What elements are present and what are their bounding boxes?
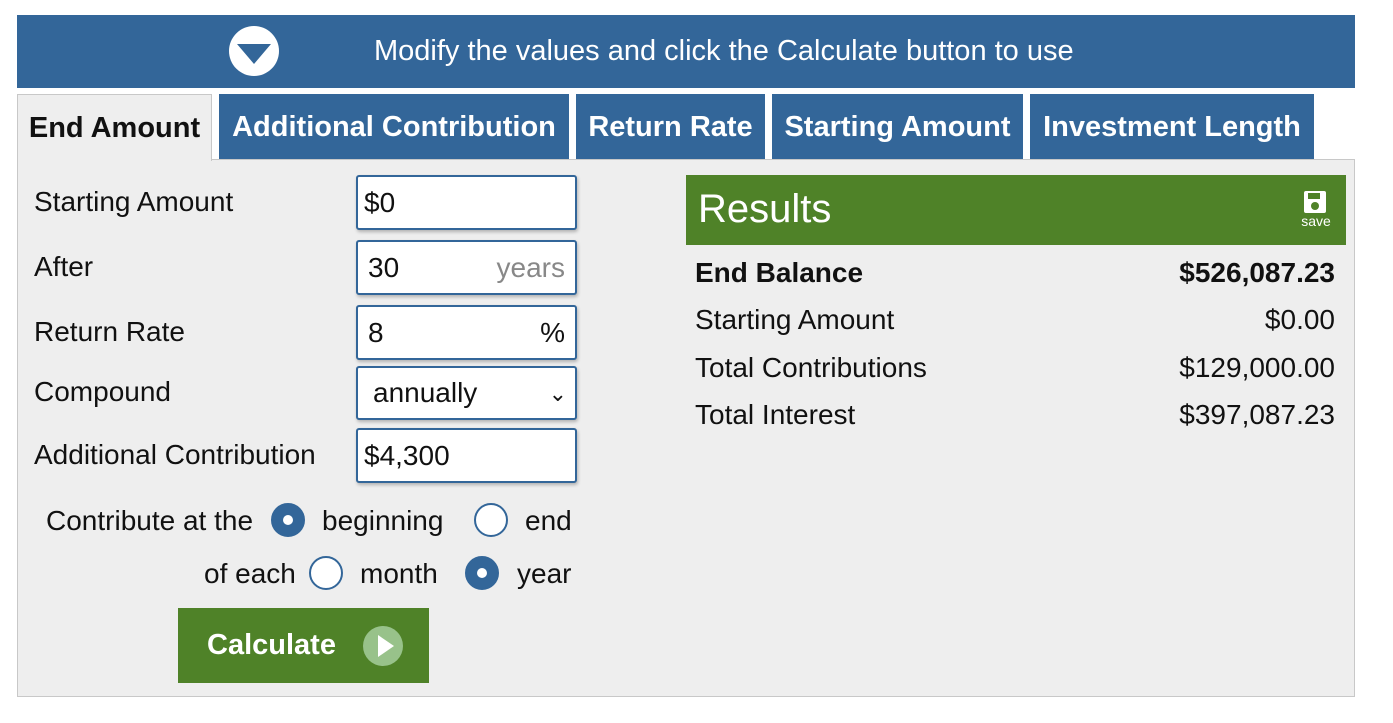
- starting-amount-input[interactable]: $0: [356, 175, 577, 230]
- month-label: month: [360, 558, 438, 589]
- tab-starting-amount[interactable]: Starting Amount: [772, 94, 1023, 160]
- tab-additional-contribution[interactable]: Additional Contribution: [219, 94, 569, 160]
- end-radio[interactable]: [474, 503, 508, 537]
- compound-select[interactable]: annually ⌄: [356, 366, 577, 420]
- results-header: Results save: [686, 175, 1346, 245]
- instruction-banner: Modify the values and click the Calculat…: [17, 15, 1355, 88]
- additional-contribution-input[interactable]: $4,300: [356, 428, 577, 483]
- calculator-panel: Starting Amount $0 After 30 years Return…: [17, 159, 1355, 697]
- after-label: After: [34, 251, 94, 282]
- contribute-at-prefix: Contribute at the: [46, 505, 254, 536]
- result-row-starting-amount: Starting Amount $0.00: [695, 304, 1335, 344]
- result-value: $397,087.23: [1179, 399, 1335, 430]
- result-row-end-balance: End Balance $526,087.23: [695, 257, 1335, 297]
- month-radio[interactable]: [309, 556, 343, 590]
- compound-label: Compound: [34, 376, 171, 407]
- result-label: Total Contributions: [695, 352, 927, 383]
- result-row-total-contributions: Total Contributions $129,000.00: [695, 352, 1335, 392]
- tab-return-rate[interactable]: Return Rate: [576, 94, 765, 160]
- percent-unit: %: [540, 317, 565, 348]
- result-row-total-interest: Total Interest $397,087.23: [695, 399, 1335, 439]
- save-icon: [1304, 191, 1326, 213]
- results-title: Results: [698, 187, 832, 231]
- play-icon: [363, 626, 403, 666]
- result-label: Total Interest: [695, 399, 856, 430]
- year-radio[interactable]: [465, 556, 499, 590]
- beginning-label: beginning: [322, 505, 444, 536]
- additional-contribution-value: $4,300: [364, 440, 450, 471]
- end-label: end: [525, 505, 572, 536]
- result-value: $129,000.00: [1179, 352, 1335, 383]
- years-input[interactable]: 30 years: [356, 240, 577, 295]
- beginning-radio[interactable]: [271, 503, 305, 537]
- result-label: End Balance: [695, 257, 864, 288]
- years-unit: years: [496, 252, 565, 283]
- starting-amount-value: $0: [364, 187, 396, 218]
- additional-contribution-label: Additional Contribution: [34, 439, 316, 470]
- return-rate-value: 8: [368, 317, 384, 348]
- collapse-toggle-icon[interactable]: [229, 26, 279, 76]
- chevron-down-icon: ⌄: [548, 381, 567, 406]
- result-label: Starting Amount: [695, 304, 895, 335]
- result-value: $526,087.23: [1179, 257, 1335, 288]
- save-button[interactable]: save: [1298, 191, 1334, 231]
- return-rate-input[interactable]: 8 %: [356, 305, 577, 360]
- of-each-prefix: of each: [204, 558, 296, 589]
- tab-end-amount[interactable]: End Amount: [17, 94, 212, 161]
- compound-value: annually: [373, 377, 478, 408]
- return-rate-label: Return Rate: [34, 316, 185, 347]
- tab-investment-length[interactable]: Investment Length: [1030, 94, 1314, 160]
- year-label: year: [517, 558, 572, 589]
- starting-amount-label: Starting Amount: [34, 186, 234, 217]
- years-value: 30: [368, 252, 400, 283]
- banner-message: Modify the values and click the Calculat…: [374, 35, 1074, 67]
- calculate-button[interactable]: Calculate: [178, 608, 429, 683]
- save-label: save: [1301, 213, 1331, 229]
- calculate-label: Calculate: [207, 629, 336, 661]
- result-value: $0.00: [1264, 304, 1335, 335]
